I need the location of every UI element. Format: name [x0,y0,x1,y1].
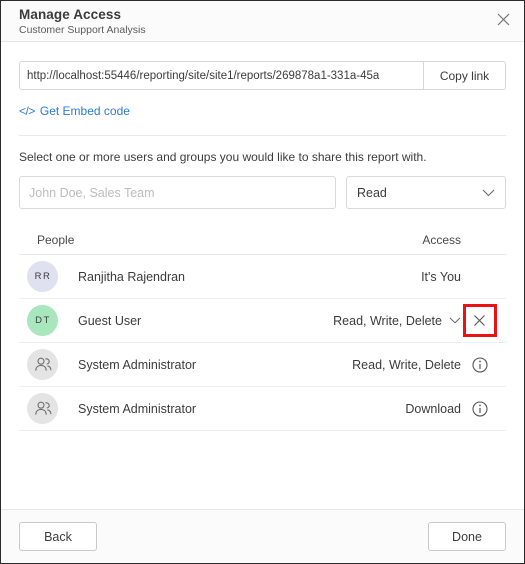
people-group-glyph [35,401,52,415]
group-avatar-icon [27,393,58,424]
info-glyph [471,356,488,373]
permission-select[interactable]: Read [346,176,506,209]
copy-link-button[interactable]: Copy link [424,61,506,90]
row-person-name: System Administrator [78,401,197,416]
avatar: DT [27,305,58,336]
back-button[interactable]: Back [19,522,97,551]
table-row: System Administrator Read, Write, Delete [19,343,506,387]
dialog-footer: Back Done [1,509,524,563]
access-table-body: RR Ranjitha Rajendran It's You DT Guest User… [19,255,506,431]
row-access-dropdown[interactable]: Read, Write, Delete [333,314,461,328]
row-trailing-control [461,356,498,373]
chevron-down-icon [449,317,461,324]
people-group-glyph [35,357,52,371]
row-access-value: It's You [421,270,461,284]
info-glyph [471,400,488,417]
row-person-name: Ranjitha Rajendran [78,269,186,284]
get-embed-code-link[interactable]: </> Get Embed code [19,104,130,118]
row-access-value: Download [405,402,461,416]
close-icon[interactable] [492,8,514,30]
table-header-row: People Access [19,233,506,255]
dialog-body: Copy link </> Get Embed code Select one … [1,42,524,509]
row-access-label: It's You [421,269,461,284]
table-row: RR Ranjitha Rajendran It's You [19,255,506,299]
info-icon[interactable] [471,400,488,417]
info-icon[interactable] [471,356,488,373]
access-table: People Access RR Ranjitha Rajendran It's Y… [19,233,506,431]
report-url-input[interactable] [19,61,424,90]
remove-access-button[interactable] [467,308,492,333]
row-access-label: Read, Write, Delete [352,357,461,372]
close-glyph [497,13,509,25]
page-title: Manage Access [19,7,122,22]
done-button[interactable]: Done [428,522,506,551]
column-header-people: People [37,233,75,247]
row-trailing-control [461,304,498,337]
column-header-access: Access [422,233,461,247]
embed-code-icon: </> [19,104,35,118]
section-divider [19,135,506,136]
manage-access-dialog: Manage Access Customer Support Analysis … [0,0,525,564]
avatar: RR [27,261,58,292]
table-row: System Administrator Download [19,387,506,431]
table-row: DT Guest User Read, Write, Delete [19,299,506,343]
row-access-label: Download [405,401,461,416]
get-embed-code-label: Get Embed code [39,104,130,118]
row-access-value: Read, Write, Delete [352,358,461,372]
row-person-name: Guest User [78,313,142,328]
report-name-subtitle: Customer Support Analysis [19,24,146,36]
people-search-input[interactable] [19,176,336,209]
close-icon [474,315,485,326]
share-instruction: Select one or more users and groups you … [19,150,427,164]
row-access-label: Read, Write, Delete [333,313,442,328]
dialog-header: Manage Access Customer Support Analysis [1,1,524,42]
share-controls: Read [19,176,506,209]
row-person-name: System Administrator [78,357,197,372]
highlight-annotation [462,304,497,337]
permission-select-label: Read [357,185,387,200]
report-link-group: Copy link [19,61,506,90]
row-trailing-control [461,400,498,417]
chevron-down-icon [482,189,495,196]
group-avatar-icon [27,349,58,380]
